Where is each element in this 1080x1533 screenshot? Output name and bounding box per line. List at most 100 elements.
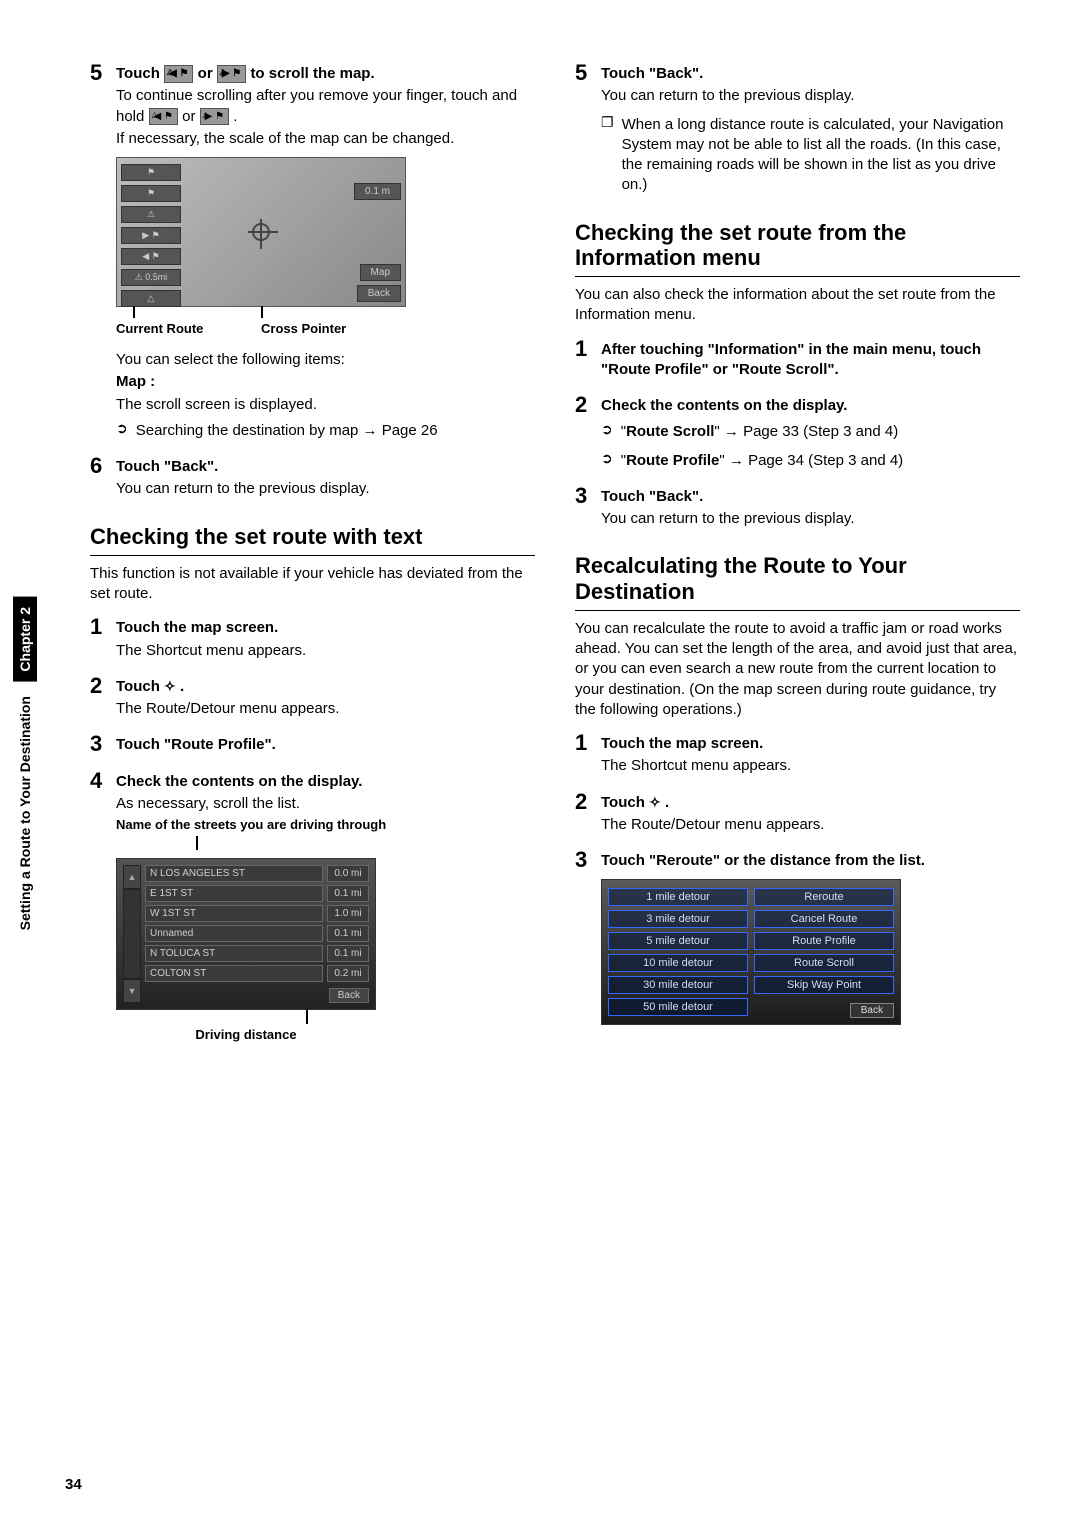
step-text: The scroll screen is displayed. (116, 395, 535, 415)
street-name: N LOS ANGELES ST (145, 865, 323, 882)
table-row: N TOLUCA ST0.1 mi (145, 945, 369, 962)
scale-badge: 0.1 m (354, 183, 401, 200)
back-button[interactable]: Back (850, 1003, 894, 1018)
map-scroll-left-button[interactable]: ◀ ⚑ (121, 248, 181, 265)
step-4: 4 Check the contents on the display. As … (90, 770, 535, 1046)
map-flag-button[interactable]: ⚑ (121, 185, 181, 202)
heading: Checking the set route with text (90, 524, 535, 549)
driving-distance: 0.1 mi (327, 885, 369, 902)
body-text: You can also check the information about… (575, 285, 1020, 326)
detour-distance-button[interactable]: 10 mile detour (608, 954, 748, 972)
table-row: N LOS ANGELES ST0.0 mi (145, 865, 369, 882)
route-action-button[interactable]: Skip Way Point (754, 976, 894, 994)
step-title: Touch ✧ . (116, 677, 535, 697)
section-label: Setting a Route to Your Destination (13, 690, 37, 936)
figure-caption: Name of the streets you are driving thro… (116, 816, 535, 834)
page-number: 34 (65, 1476, 82, 1493)
step-6-left: 6 Touch "Back". You can return to the pr… (90, 455, 535, 502)
route-action-button[interactable]: Cancel Route (754, 910, 894, 928)
step-text: The Shortcut menu appears. (116, 641, 535, 661)
street-name: W 1ST ST (145, 905, 323, 922)
step-title: Check the contents on the display. (601, 396, 1020, 416)
step-2: 2 Touch ✧ . The Route/Detour menu appear… (575, 791, 1020, 838)
step-number: 3 (575, 849, 593, 1025)
scroll-left-icon (149, 108, 178, 126)
detour-distance-button[interactable]: 1 mile detour (608, 888, 748, 906)
step-text: The Route/Detour menu appears. (601, 815, 1020, 835)
table-row: COLTON ST0.2 mi (145, 965, 369, 982)
step-text: You can return to the previous display. (601, 509, 1020, 529)
street-name: COLTON ST (145, 965, 323, 982)
step-title: Touch "Back". (116, 457, 535, 477)
step-number: 1 (575, 732, 593, 779)
detour-distance-button[interactable]: 50 mile detour (608, 998, 748, 1016)
figure-caption: Driving distance (116, 1026, 376, 1044)
scroll-track[interactable] (123, 889, 141, 979)
route-action-button[interactable]: Route Scroll (754, 954, 894, 972)
sidebar: Chapter 2 Setting a Route to Your Destin… (10, 0, 40, 1533)
step-1: 1 Touch the map screen. The Shortcut men… (575, 732, 1020, 779)
step-text: You can select the following items: (116, 350, 535, 370)
step-3: 3 Touch "Route Profile". (90, 733, 535, 757)
step-number: 2 (575, 791, 593, 838)
note-icon: ❐ (601, 113, 614, 198)
map-scroll-right-button[interactable]: ▶ ⚑ (121, 227, 181, 244)
step-3: 3 Touch "Reroute" or the distance from t… (575, 849, 1020, 1025)
detour-distance-button[interactable]: 5 mile detour (608, 932, 748, 950)
map-label: Map : (116, 372, 535, 392)
street-name: Unnamed (145, 925, 323, 942)
table-row: E 1ST ST0.1 mi (145, 885, 369, 902)
step-number: 2 (575, 394, 593, 473)
heading: Checking the set route from the Informat… (575, 220, 1020, 271)
note-text: When a long distance route is calculated… (622, 115, 1020, 196)
route-detour-icon: ✧ (164, 678, 176, 694)
step-title: Touch the map screen. (116, 618, 535, 638)
step-text: The Shortcut menu appears. (601, 756, 1020, 776)
xref-icon: ➲ (116, 419, 128, 443)
route-detour-icon: ✧ (649, 794, 661, 810)
step-number: 4 (90, 770, 108, 1046)
step-title: Touch or to scroll the map. (116, 64, 535, 84)
scroll-up-button[interactable]: ▲ (123, 865, 141, 889)
map-button[interactable]: Map (360, 264, 401, 281)
map-distance-button[interactable]: ⚠ 0.5mi (121, 269, 181, 286)
divider (575, 276, 1020, 277)
step-title: Touch "Route Profile". (116, 735, 535, 755)
right-column: 5 Touch "Back". You can return to the pr… (575, 50, 1020, 1045)
detour-distance-button[interactable]: 3 mile detour (608, 910, 748, 928)
step-text: You can return to the previous display. (116, 479, 535, 499)
xref-icon: ➲ (601, 449, 613, 473)
detour-distance-button[interactable]: 30 mile detour (608, 976, 748, 994)
xref: "Route Profile" → Page 34 (Step 3 and 4) (621, 451, 903, 471)
back-button[interactable]: Back (357, 285, 401, 302)
step-title: Touch ✧ . (601, 793, 1020, 813)
step-number: 6 (90, 455, 108, 502)
scroll-left-icon (164, 65, 193, 83)
map-flag-button[interactable]: ⚑ (121, 164, 181, 181)
route-action-button[interactable]: Route Profile (754, 932, 894, 950)
xref: Searching the destination by map → Page … (136, 421, 438, 441)
street-name: E 1ST ST (145, 885, 323, 902)
scroll-right-icon (217, 65, 246, 83)
driving-distance: 0.2 mi (327, 965, 369, 982)
divider (575, 610, 1020, 611)
step-number: 5 (90, 62, 108, 443)
step-title: Check the contents on the display. (116, 772, 535, 792)
step-5-right: 5 Touch "Back". You can return to the pr… (575, 62, 1020, 198)
step-3: 3 Touch "Back". You can return to the pr… (575, 485, 1020, 532)
step-title: Touch "Reroute" or the distance from the… (601, 851, 1020, 871)
xref-icon: ➲ (601, 420, 613, 444)
map-compass-button[interactable]: △ (121, 290, 181, 307)
map-warn-button[interactable]: ⚠ (121, 206, 181, 223)
back-button[interactable]: Back (329, 988, 369, 1003)
step-number: 3 (90, 733, 108, 757)
step-title: Touch "Back". (601, 487, 1020, 507)
divider (90, 555, 535, 556)
scroll-down-button[interactable]: ▼ (123, 979, 141, 1003)
route-action-button[interactable]: Reroute (754, 888, 894, 906)
table-row: Unnamed0.1 mi (145, 925, 369, 942)
driving-distance: 0.0 mi (327, 865, 369, 882)
xref: "Route Scroll" → Page 33 (Step 3 and 4) (621, 422, 898, 442)
chapter-label: Chapter 2 (13, 597, 37, 682)
step-number: 2 (90, 675, 108, 722)
